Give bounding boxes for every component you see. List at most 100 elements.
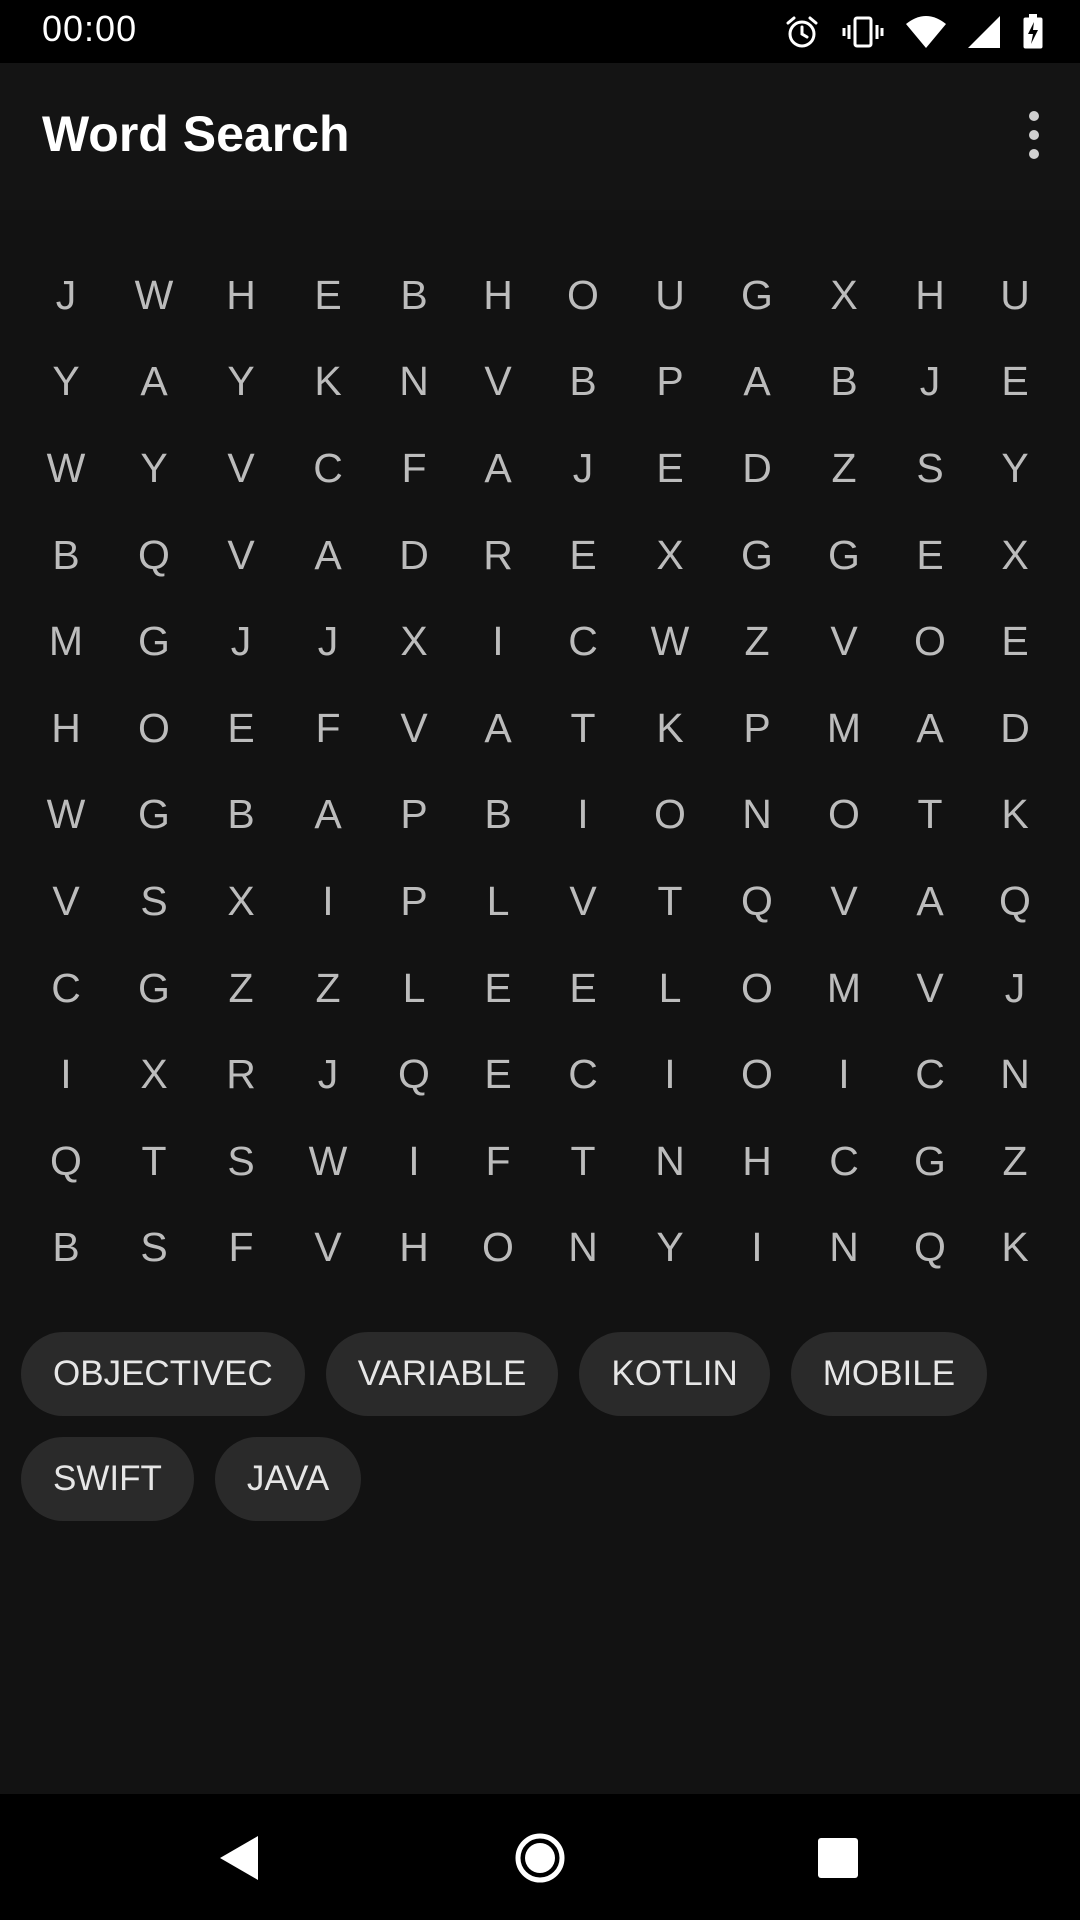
grid-letter[interactable]: G bbox=[714, 512, 800, 599]
grid-letter[interactable]: B bbox=[456, 772, 540, 859]
grid-letter[interactable]: Q bbox=[888, 1205, 972, 1292]
grid-letter[interactable]: X bbox=[626, 512, 714, 599]
grid-letter[interactable]: W bbox=[284, 1118, 372, 1205]
grid-letter[interactable]: P bbox=[372, 858, 456, 945]
grid-letter[interactable]: V bbox=[888, 945, 972, 1032]
grid-letter[interactable]: W bbox=[626, 598, 714, 685]
grid-letter[interactable]: U bbox=[972, 252, 1058, 339]
grid-letter[interactable]: N bbox=[972, 1031, 1058, 1118]
grid-letter[interactable]: W bbox=[110, 252, 198, 339]
grid-letter[interactable]: I bbox=[456, 598, 540, 685]
grid-letter[interactable]: E bbox=[456, 945, 540, 1032]
grid-letter[interactable]: I bbox=[714, 1205, 800, 1292]
grid-letter[interactable]: X bbox=[372, 598, 456, 685]
grid-letter[interactable]: A bbox=[456, 685, 540, 772]
grid-letter[interactable]: J bbox=[284, 1031, 372, 1118]
grid-letter[interactable]: V bbox=[22, 858, 110, 945]
grid-letter[interactable]: L bbox=[456, 858, 540, 945]
grid-letter[interactable]: K bbox=[972, 1205, 1058, 1292]
grid-letter[interactable]: E bbox=[198, 685, 284, 772]
grid-letter[interactable]: A bbox=[456, 425, 540, 512]
grid-letter[interactable]: J bbox=[198, 598, 284, 685]
word-chip[interactable]: SWIFT bbox=[21, 1437, 194, 1521]
grid-letter[interactable]: H bbox=[22, 685, 110, 772]
grid-letter[interactable]: K bbox=[972, 772, 1058, 859]
grid-letter[interactable]: L bbox=[372, 945, 456, 1032]
grid-letter[interactable]: E bbox=[972, 598, 1058, 685]
recents-icon[interactable] bbox=[798, 1818, 878, 1898]
grid-letter[interactable]: F bbox=[456, 1118, 540, 1205]
letter-grid[interactable]: JWHEBHOUGXHUYAYKNVBPABJEWYVCFAJEDZSYBQVA… bbox=[22, 252, 1062, 1291]
word-chip[interactable]: JAVA bbox=[214, 1437, 362, 1521]
grid-letter[interactable]: E bbox=[540, 512, 626, 599]
grid-letter[interactable]: O bbox=[110, 685, 198, 772]
grid-letter[interactable]: J bbox=[22, 252, 110, 339]
grid-letter[interactable]: M bbox=[800, 685, 888, 772]
grid-letter[interactable]: J bbox=[540, 425, 626, 512]
grid-letter[interactable]: X bbox=[198, 858, 284, 945]
grid-letter[interactable]: Q bbox=[972, 858, 1058, 945]
grid-letter[interactable]: V bbox=[284, 1205, 372, 1292]
grid-letter[interactable]: O bbox=[888, 598, 972, 685]
grid-letter[interactable]: W bbox=[22, 425, 110, 512]
grid-letter[interactable]: I bbox=[626, 1031, 714, 1118]
grid-letter[interactable]: H bbox=[714, 1118, 800, 1205]
grid-letter[interactable]: R bbox=[198, 1031, 284, 1118]
grid-letter[interactable]: G bbox=[714, 252, 800, 339]
grid-letter[interactable]: V bbox=[800, 598, 888, 685]
grid-letter[interactable]: G bbox=[110, 598, 198, 685]
grid-letter[interactable]: I bbox=[22, 1031, 110, 1118]
grid-letter[interactable]: F bbox=[372, 425, 456, 512]
grid-letter[interactable]: O bbox=[456, 1205, 540, 1292]
grid-letter[interactable]: D bbox=[714, 425, 800, 512]
grid-letter[interactable]: Z bbox=[800, 425, 888, 512]
grid-letter[interactable]: J bbox=[888, 339, 972, 426]
grid-letter[interactable]: E bbox=[540, 945, 626, 1032]
grid-letter[interactable]: V bbox=[372, 685, 456, 772]
grid-letter[interactable]: B bbox=[800, 339, 888, 426]
grid-letter[interactable]: V bbox=[456, 339, 540, 426]
grid-letter[interactable]: I bbox=[800, 1031, 888, 1118]
grid-letter[interactable]: S bbox=[888, 425, 972, 512]
grid-letter[interactable]: S bbox=[198, 1118, 284, 1205]
grid-letter[interactable]: A bbox=[888, 858, 972, 945]
grid-letter[interactable]: C bbox=[888, 1031, 972, 1118]
grid-letter[interactable]: I bbox=[284, 858, 372, 945]
grid-letter[interactable]: N bbox=[800, 1205, 888, 1292]
grid-letter[interactable]: J bbox=[972, 945, 1058, 1032]
grid-letter[interactable]: R bbox=[456, 512, 540, 599]
grid-letter[interactable]: P bbox=[372, 772, 456, 859]
grid-letter[interactable]: X bbox=[800, 252, 888, 339]
grid-letter[interactable]: N bbox=[540, 1205, 626, 1292]
grid-letter[interactable]: E bbox=[972, 339, 1058, 426]
word-chip[interactable]: KOTLIN bbox=[579, 1332, 770, 1416]
grid-letter[interactable]: O bbox=[714, 1031, 800, 1118]
grid-letter[interactable]: A bbox=[714, 339, 800, 426]
grid-letter[interactable]: Y bbox=[22, 339, 110, 426]
grid-letter[interactable]: C bbox=[540, 598, 626, 685]
grid-letter[interactable]: W bbox=[22, 772, 110, 859]
grid-letter[interactable]: Q bbox=[714, 858, 800, 945]
grid-letter[interactable]: O bbox=[714, 945, 800, 1032]
grid-letter[interactable]: T bbox=[540, 685, 626, 772]
grid-letter[interactable]: C bbox=[800, 1118, 888, 1205]
grid-letter[interactable]: D bbox=[972, 685, 1058, 772]
grid-letter[interactable]: V bbox=[198, 425, 284, 512]
word-chip[interactable]: OBJECTIVEC bbox=[21, 1332, 305, 1416]
grid-letter[interactable]: V bbox=[198, 512, 284, 599]
grid-letter[interactable]: K bbox=[284, 339, 372, 426]
grid-letter[interactable]: N bbox=[372, 339, 456, 426]
grid-letter[interactable]: L bbox=[626, 945, 714, 1032]
grid-letter[interactable]: A bbox=[888, 685, 972, 772]
grid-letter[interactable]: N bbox=[714, 772, 800, 859]
grid-letter[interactable]: S bbox=[110, 1205, 198, 1292]
back-icon[interactable] bbox=[198, 1818, 278, 1898]
grid-letter[interactable]: J bbox=[284, 598, 372, 685]
grid-letter[interactable]: G bbox=[110, 945, 198, 1032]
grid-letter[interactable]: Q bbox=[372, 1031, 456, 1118]
grid-letter[interactable]: V bbox=[540, 858, 626, 945]
grid-letter[interactable]: K bbox=[626, 685, 714, 772]
grid-letter[interactable]: D bbox=[372, 512, 456, 599]
grid-letter[interactable]: Y bbox=[198, 339, 284, 426]
grid-letter[interactable]: P bbox=[626, 339, 714, 426]
